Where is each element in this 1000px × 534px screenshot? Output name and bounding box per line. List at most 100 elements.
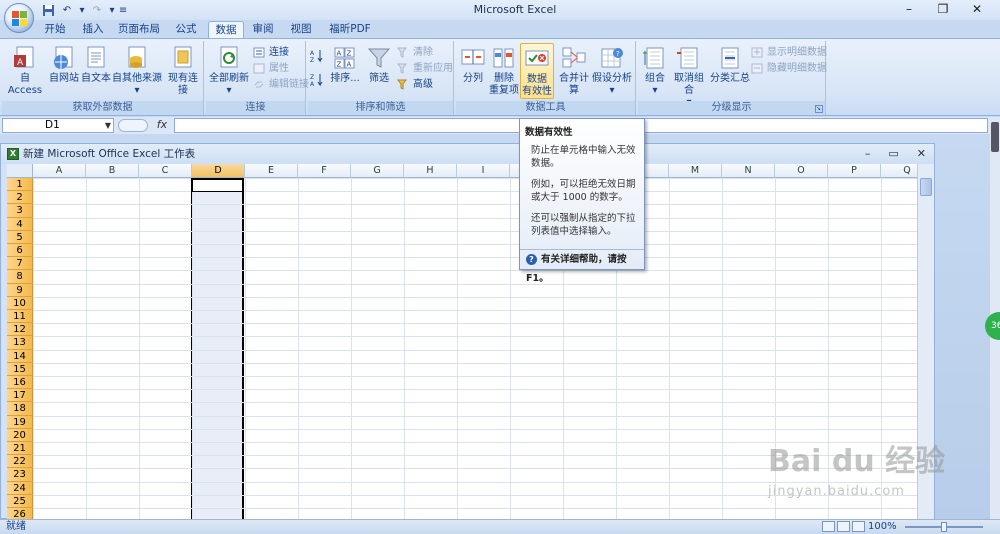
what-if-analysis-button[interactable]: ? 假设分析 ▾ bbox=[592, 43, 632, 99]
filter-button[interactable]: 筛选 bbox=[364, 43, 394, 99]
ungroup-button[interactable]: 取消组合▾ bbox=[670, 43, 708, 108]
row-header[interactable]: 16 bbox=[7, 376, 33, 390]
zoom-level[interactable]: 100% bbox=[868, 520, 897, 534]
column-header[interactable]: C bbox=[139, 164, 192, 178]
zoom-slider[interactable] bbox=[905, 522, 983, 532]
tab-review[interactable]: 审阅 bbox=[248, 21, 278, 38]
group-button[interactable]: 组合 ▾ bbox=[640, 43, 670, 99]
row-header[interactable]: 5 bbox=[7, 230, 33, 244]
page-layout-view-icon[interactable] bbox=[837, 521, 850, 532]
column-header[interactable]: H bbox=[404, 164, 457, 178]
text-to-columns-button[interactable]: 分列 bbox=[458, 43, 488, 99]
row-header[interactable]: 17 bbox=[7, 389, 33, 403]
tab-formulas[interactable]: 公式 bbox=[168, 21, 204, 38]
sort-button[interactable]: AZZA 排序... bbox=[328, 43, 362, 99]
restore-icon[interactable]: ▭ bbox=[888, 144, 898, 164]
column-header[interactable]: D bbox=[192, 164, 245, 178]
advanced-filter-button[interactable]: 高级 bbox=[396, 77, 433, 92]
from-access-button[interactable]: A 自 Access bbox=[4, 43, 46, 99]
row-header[interactable]: 20 bbox=[7, 428, 33, 442]
from-text-button[interactable]: 自文本 bbox=[80, 43, 112, 99]
tab-foxit-pdf[interactable]: 福昕PDF bbox=[326, 21, 374, 38]
hide-detail-button[interactable]: 隐藏明细数据 bbox=[750, 61, 827, 76]
close-icon[interactable]: ✕ bbox=[960, 0, 994, 20]
row-header[interactable]: 11 bbox=[7, 310, 33, 324]
row-header[interactable]: 18 bbox=[7, 402, 33, 416]
name-box[interactable]: D1 ▼ bbox=[2, 118, 114, 133]
active-cell[interactable] bbox=[191, 178, 244, 192]
tooltip-text: 还可以强制从指定的下拉列表值中选择输入。 bbox=[531, 213, 636, 237]
column-header[interactable]: I bbox=[457, 164, 510, 178]
from-web-button[interactable]: 自网站 bbox=[48, 43, 80, 99]
show-detail-button[interactable]: 显示明细数据 bbox=[750, 45, 827, 60]
link-icon bbox=[254, 81, 264, 88]
row-header[interactable]: 3 bbox=[7, 204, 33, 218]
office-button[interactable] bbox=[4, 3, 34, 33]
group-label: 连接 bbox=[206, 101, 305, 115]
tab-insert[interactable]: 插入 bbox=[76, 21, 110, 38]
tab-data[interactable]: 数据 bbox=[208, 21, 244, 38]
from-other-sources-button[interactable]: 自其他来源 ▾ bbox=[112, 43, 162, 99]
row-header[interactable]: 2 bbox=[7, 191, 33, 205]
column-header[interactable]: P bbox=[828, 164, 881, 178]
sort-descending-button[interactable]: ZA bbox=[310, 73, 326, 88]
consolidate-button[interactable]: 合并计算 bbox=[556, 43, 592, 99]
column-header[interactable]: B bbox=[86, 164, 139, 178]
column-header[interactable]: O bbox=[775, 164, 828, 178]
row-header[interactable]: 8 bbox=[7, 270, 33, 284]
row-header[interactable]: 19 bbox=[7, 415, 33, 429]
minimize-icon[interactable]: – bbox=[892, 0, 926, 20]
row-header[interactable]: 1 bbox=[7, 178, 33, 192]
column-header[interactable]: M bbox=[669, 164, 722, 178]
row-header[interactable]: 14 bbox=[7, 349, 33, 363]
restore-icon[interactable]: ❐ bbox=[926, 0, 960, 20]
reapply-button[interactable]: 重新应用 bbox=[396, 61, 453, 76]
normal-view-icon[interactable] bbox=[822, 521, 835, 532]
close-icon[interactable]: ✕ bbox=[917, 144, 926, 164]
svg-text:A: A bbox=[337, 50, 342, 58]
row-header[interactable]: 21 bbox=[7, 442, 33, 456]
column-header[interactable]: E bbox=[245, 164, 298, 178]
refresh-all-button[interactable]: 全部刷新 ▾ bbox=[208, 43, 250, 99]
row-header[interactable]: 7 bbox=[7, 257, 33, 271]
column-header[interactable]: N bbox=[722, 164, 775, 178]
column-header[interactable]: G bbox=[351, 164, 404, 178]
column-header[interactable]: A bbox=[33, 164, 86, 178]
tab-view[interactable]: 视图 bbox=[286, 21, 316, 38]
row-header[interactable]: 24 bbox=[7, 481, 33, 495]
tab-home[interactable]: 开始 bbox=[38, 21, 72, 38]
connections-button[interactable]: 连接 bbox=[252, 45, 289, 60]
zoom-knob[interactable] bbox=[941, 522, 947, 532]
data-validation-button[interactable]: 数据有效性 ▾ bbox=[520, 43, 554, 109]
dropdown-arrow-icon[interactable]: ▼ bbox=[105, 119, 111, 132]
scroll-thumb[interactable] bbox=[991, 122, 999, 152]
select-all-corner[interactable] bbox=[7, 164, 33, 178]
subtotal-button[interactable]: 分类汇总 bbox=[710, 43, 750, 99]
page-break-view-icon[interactable] bbox=[852, 521, 865, 532]
row-header[interactable]: 23 bbox=[7, 468, 33, 482]
row-header[interactable]: 13 bbox=[7, 336, 33, 350]
row-header[interactable]: 12 bbox=[7, 323, 33, 337]
clear-filter-button[interactable]: 清除 bbox=[396, 45, 433, 60]
minimize-icon[interactable]: – bbox=[865, 144, 871, 164]
row-header[interactable]: 22 bbox=[7, 455, 33, 469]
sort-ascending-button[interactable]: AZ bbox=[310, 49, 326, 64]
row-header[interactable]: 15 bbox=[7, 362, 33, 376]
insert-function-button[interactable]: fx bbox=[152, 118, 172, 133]
remove-duplicates-button[interactable]: 删除 重复项 bbox=[488, 43, 520, 99]
row-header[interactable]: 6 bbox=[7, 244, 33, 258]
properties-button[interactable]: 属性 bbox=[252, 61, 289, 76]
cancel-entry-button[interactable] bbox=[118, 119, 148, 132]
row-header[interactable]: 10 bbox=[7, 296, 33, 310]
column-header[interactable]: Q bbox=[881, 164, 917, 178]
existing-connections-button[interactable]: 现有连接 bbox=[164, 43, 202, 99]
row-header[interactable]: 4 bbox=[7, 217, 33, 231]
row-header[interactable]: 9 bbox=[7, 283, 33, 297]
grid-line bbox=[33, 428, 917, 430]
dialog-launcher-icon[interactable]: ↘ bbox=[815, 105, 823, 113]
edit-links-button[interactable]: 编辑链接 bbox=[252, 77, 309, 92]
tab-page-layout[interactable]: 页面布局 bbox=[114, 21, 164, 38]
column-header[interactable]: F bbox=[298, 164, 351, 178]
scroll-thumb[interactable] bbox=[920, 178, 932, 196]
row-header[interactable]: 25 bbox=[7, 494, 33, 508]
